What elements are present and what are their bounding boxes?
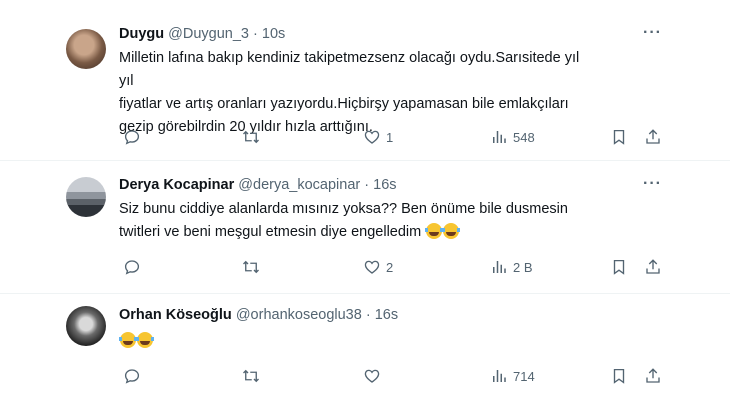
- tweet-actions: 714: [119, 365, 667, 387]
- views-button[interactable]: 714: [490, 365, 535, 387]
- more-options-icon[interactable]: ···: [643, 24, 662, 42]
- timestamp[interactable]: 16s: [373, 177, 396, 193]
- tears-of-joy-emoji: [425, 223, 444, 239]
- views-button[interactable]: 2 B: [490, 256, 533, 278]
- bookmark-icon: [613, 259, 625, 275]
- views-icon: [493, 370, 506, 382]
- tweet-text: Siz bunu ciddiye alanlarda mısınız yoksa…: [119, 198, 589, 244]
- tweet-header: Derya Kocapinar @derya_kocapinar · 16s: [119, 177, 397, 193]
- user-handle[interactable]: @Duygun_3: [168, 26, 249, 42]
- like-count: 1: [386, 129, 394, 145]
- tweet-text: [119, 330, 589, 353]
- share-icon: [646, 368, 660, 383]
- views-button[interactable]: 548: [490, 126, 535, 148]
- like-button[interactable]: 1: [363, 126, 393, 148]
- display-name[interactable]: Orhan Köseoğlu: [119, 307, 232, 323]
- share-button[interactable]: [644, 365, 662, 387]
- user-handle[interactable]: @derya_kocapinar: [238, 177, 360, 193]
- bookmark-icon: [613, 368, 625, 384]
- like-count: 2: [386, 259, 394, 275]
- like-button[interactable]: 2: [363, 256, 393, 278]
- tweet-actions: 1 548: [119, 126, 667, 148]
- display-name[interactable]: Derya Kocapinar: [119, 177, 234, 193]
- display-name[interactable]: Duygu: [119, 26, 164, 42]
- retweet-icon: [243, 369, 259, 383]
- reply-icon: [124, 130, 140, 145]
- reply-button[interactable]: [123, 365, 141, 387]
- share-button[interactable]: [644, 256, 662, 278]
- retweet-button[interactable]: [242, 365, 260, 387]
- reply-button[interactable]: [123, 256, 141, 278]
- reply-icon: [124, 260, 140, 275]
- avatar[interactable]: [66, 29, 106, 69]
- avatar[interactable]: [66, 177, 106, 217]
- tweet-header: Orhan Köseoğlu @orhankoseoglu38 · 16s: [119, 307, 398, 323]
- share-icon: [646, 259, 660, 274]
- retweet-button[interactable]: [242, 126, 260, 148]
- tweet-card[interactable]: Derya Kocapinar @derya_kocapinar · 16s ·…: [0, 160, 730, 293]
- like-button[interactable]: [363, 365, 381, 387]
- timestamp[interactable]: 16s: [375, 307, 398, 323]
- retweet-icon: [243, 130, 259, 144]
- share-button[interactable]: [644, 126, 662, 148]
- bookmark-icon: [613, 129, 625, 145]
- retweet-icon: [243, 260, 259, 274]
- tweet-text-body: Siz bunu ciddiye alanlarda mısınız yoksa…: [119, 201, 568, 240]
- separator: ·: [253, 26, 258, 42]
- reply-button[interactable]: [123, 126, 141, 148]
- view-count: 2 B: [513, 259, 533, 275]
- more-options-icon[interactable]: ···: [643, 175, 662, 193]
- bookmark-button[interactable]: [610, 365, 628, 387]
- tweet-card[interactable]: Orhan Köseoğlu @orhankoseoglu38 · 16s 71…: [0, 293, 730, 420]
- bookmark-button[interactable]: [610, 256, 628, 278]
- retweet-button[interactable]: [242, 256, 260, 278]
- separator: ·: [365, 307, 371, 323]
- share-icon: [646, 129, 660, 144]
- views-icon: [493, 131, 506, 143]
- tears-of-joy-emoji: [442, 223, 461, 239]
- heart-icon: [364, 260, 380, 274]
- bookmark-button[interactable]: [610, 126, 628, 148]
- separator: ·: [364, 177, 370, 193]
- tweet-card[interactable]: Duygu @Duygun_3 · 10s ··· Milletin lafın…: [0, 0, 730, 160]
- view-count: 548: [513, 129, 535, 145]
- heart-icon: [364, 369, 380, 383]
- tears-of-joy-emoji: [119, 332, 137, 348]
- view-count: 714: [513, 368, 535, 384]
- avatar[interactable]: [66, 306, 106, 346]
- tweet-actions: 2 2 B: [119, 256, 667, 278]
- heart-icon: [364, 130, 380, 144]
- views-icon: [493, 261, 506, 273]
- user-handle[interactable]: @orhankoseoglu38: [236, 307, 362, 323]
- tears-of-joy-emoji: [136, 332, 154, 348]
- timestamp[interactable]: 10s: [262, 26, 285, 42]
- reply-icon: [124, 369, 140, 384]
- tweet-header: Duygu @Duygun_3 · 10s: [119, 26, 285, 42]
